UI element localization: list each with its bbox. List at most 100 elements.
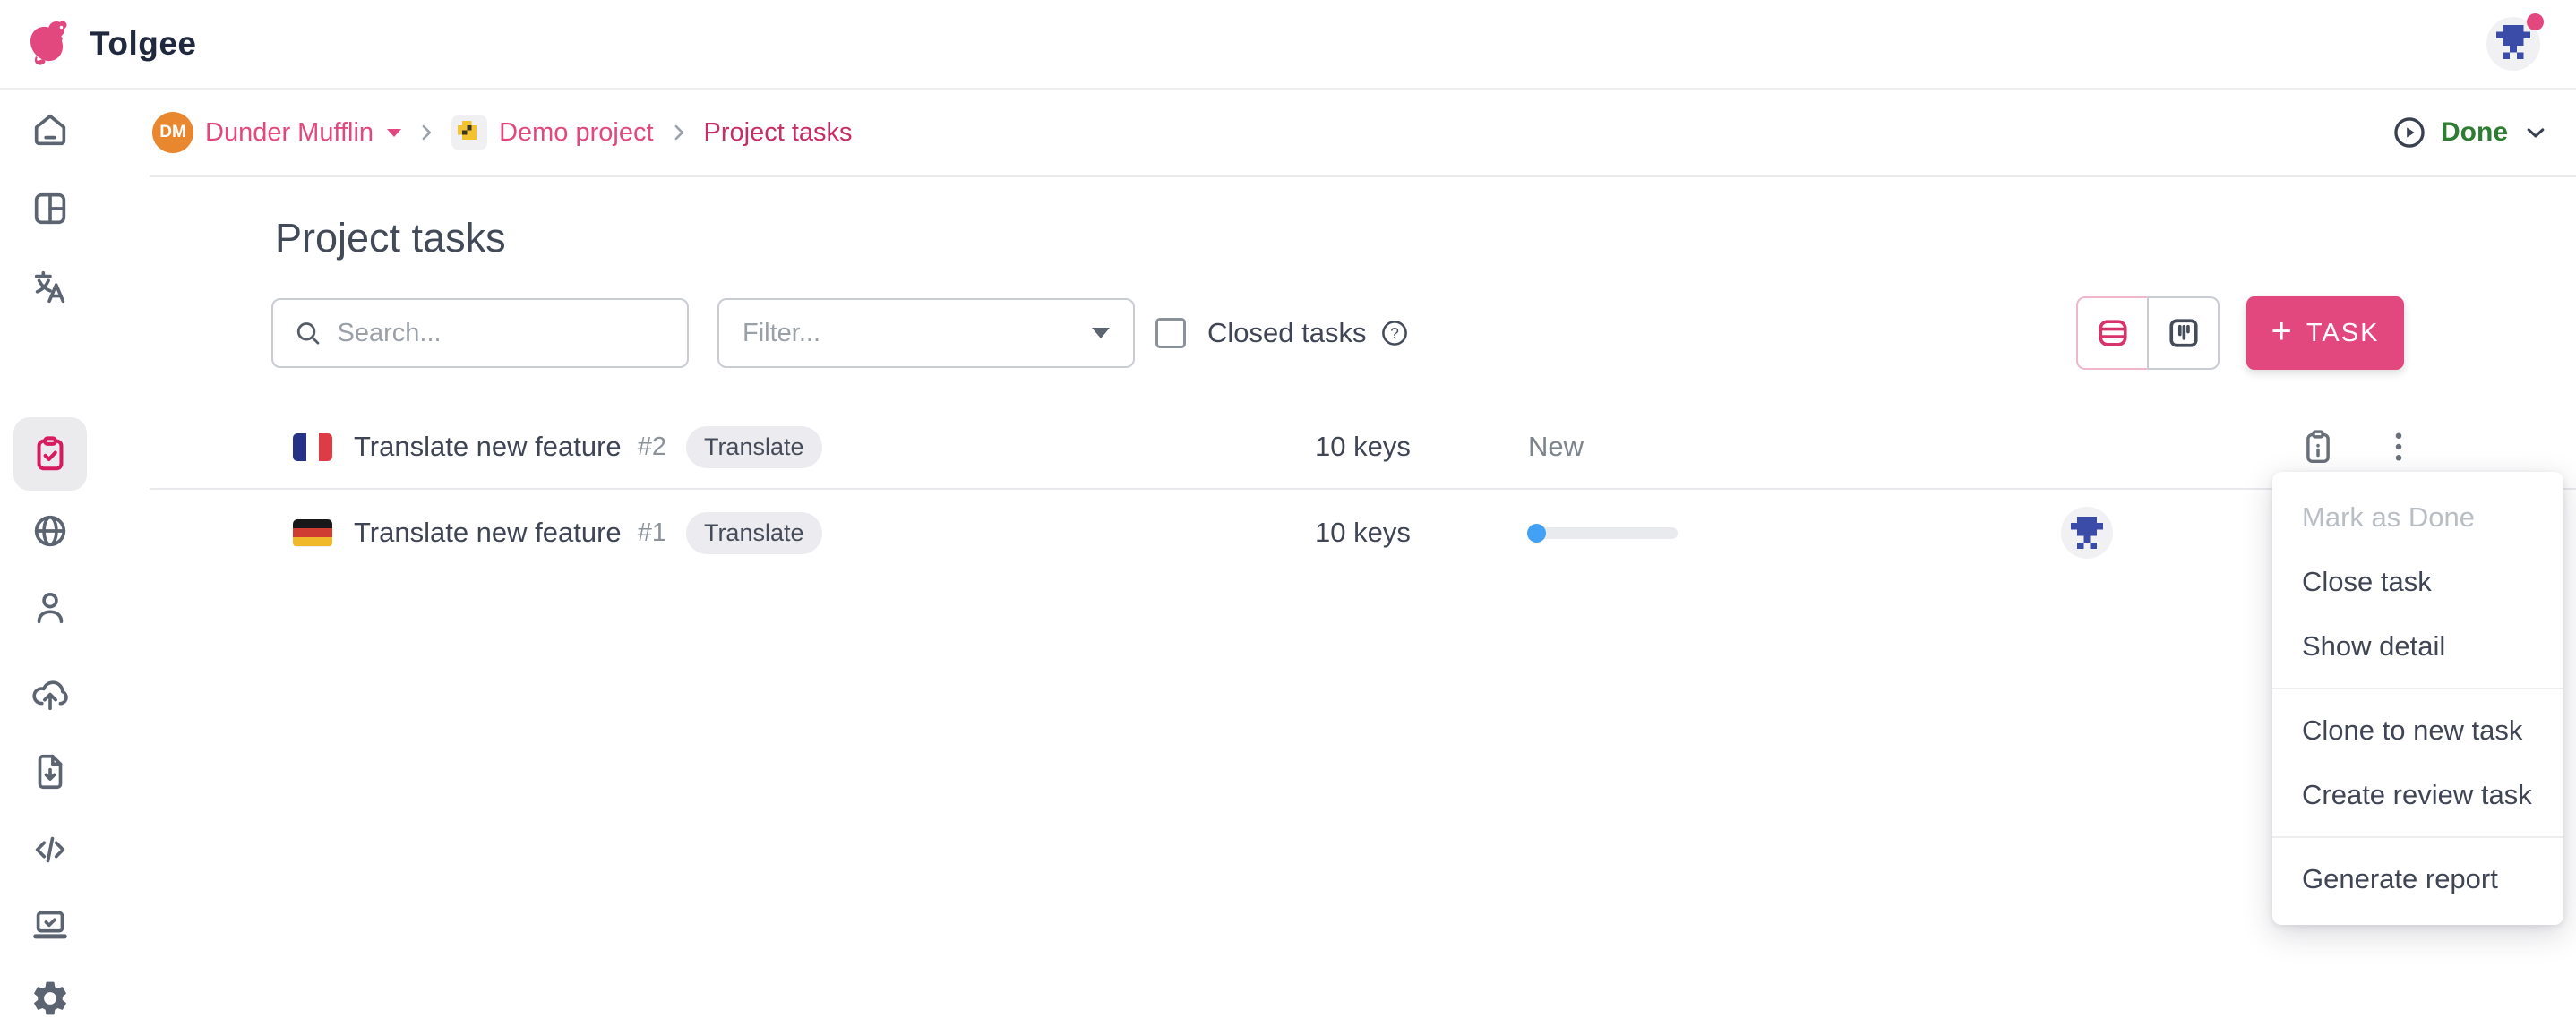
code-icon	[30, 829, 71, 870]
task-title: Translate new feature	[354, 517, 622, 549]
task-state-text: New	[1528, 431, 1584, 463]
gear-icon	[30, 978, 71, 1019]
closed-tasks-label-text: Closed tasks	[1207, 317, 1366, 349]
task-number: #2	[638, 432, 666, 462]
sidebar-item-members[interactable]	[13, 570, 87, 644]
search-input[interactable]	[338, 319, 668, 348]
org-caret-down-icon[interactable]	[387, 129, 401, 137]
brand[interactable]: Tolgee	[20, 13, 197, 75]
task-menu-button[interactable]	[2378, 426, 2419, 467]
clipboard-info-icon	[2297, 426, 2339, 467]
menu-item-create-review-task[interactable]: Create review task	[2272, 763, 2563, 827]
file-download-icon	[30, 751, 71, 792]
add-task-button-label: TASK	[2306, 319, 2380, 348]
chevron-right-icon	[413, 119, 440, 146]
project-avatar[interactable]	[451, 115, 487, 150]
page-title: Project tasks	[275, 215, 506, 261]
breadcrumb-bar: DM Dunder Mufflin Demo project Project t…	[100, 90, 2576, 175]
menu-item-show-detail[interactable]: Show detail	[2272, 614, 2563, 679]
filter-placeholder: Filter...	[743, 319, 820, 348]
filter-select[interactable]: Filter...	[717, 298, 1135, 368]
laptop-check-icon	[30, 904, 71, 945]
state-label: Done	[2441, 117, 2508, 148]
user-identicon-icon	[2496, 25, 2530, 64]
play-circle-icon	[2391, 114, 2428, 151]
topbar: Tolgee	[0, 0, 2576, 90]
task-number: #1	[638, 518, 666, 548]
list-view-button[interactable]	[2076, 296, 2148, 370]
search-box	[271, 298, 689, 368]
breadcrumb-current-page: Project tasks	[704, 118, 853, 148]
task-title: Translate new feature	[354, 431, 622, 463]
tolgee-mouse-logo-icon	[20, 13, 77, 75]
sidebar-item-export[interactable]	[13, 735, 87, 808]
sidebar-item-integrate[interactable]	[13, 813, 87, 886]
keys-count: 10 keys	[1315, 517, 1411, 549]
task-state-selector[interactable]: Done	[2391, 90, 2551, 175]
help-circle-icon[interactable]: ?	[1378, 317, 1411, 349]
project-pixel-avatar-icon	[458, 121, 481, 144]
sidebar-item-home[interactable]	[13, 93, 87, 167]
dashboard-icon	[30, 188, 71, 229]
keys-cell: 10 keys	[1315, 490, 1411, 576]
task-list: Translate new feature #2 Translate 10 ke…	[150, 404, 2576, 576]
breadcrumb-org[interactable]: Dunder Mufflin	[205, 118, 374, 148]
chevron-down-icon	[2520, 117, 2551, 148]
tasks-clipboard-icon	[30, 433, 71, 475]
globe-icon	[30, 510, 71, 552]
sidebar-item-dashboard[interactable]	[13, 172, 87, 245]
add-task-button[interactable]: + TASK	[2246, 296, 2404, 370]
board-view-button[interactable]	[2148, 296, 2220, 370]
svg-text:?: ?	[1391, 324, 1400, 342]
user-avatar[interactable]	[2486, 17, 2540, 71]
breadcrumb-divider	[150, 175, 2576, 177]
menu-item-clone-to-new-task[interactable]: Clone to new task	[2272, 698, 2563, 763]
closed-tasks-checkbox[interactable]	[1155, 318, 1186, 348]
task-cell: Translate new feature #2 Translate	[293, 404, 822, 490]
filter-caret-down-icon	[1092, 328, 1110, 338]
progress-indicator	[1527, 524, 1546, 543]
task-context-menu: Mark as Done Close task Show detail Clon…	[2272, 472, 2563, 925]
chevron-right-icon	[665, 119, 692, 146]
home-icon	[30, 109, 71, 150]
org-avatar[interactable]: DM	[152, 112, 193, 153]
assignee-identicon-icon	[2071, 517, 2103, 549]
sidebar-item-languages[interactable]	[13, 494, 87, 568]
cloud-upload-icon	[30, 673, 71, 714]
menu-divider	[2272, 836, 2563, 838]
task-detail-button[interactable]	[2297, 426, 2339, 467]
task-cell: Translate new feature #1 Translate	[293, 490, 822, 576]
search-icon	[293, 316, 323, 350]
task-progress-bar	[1528, 527, 1678, 539]
closed-tasks-label[interactable]: Closed tasks ?	[1207, 317, 1411, 349]
keys-count: 10 keys	[1315, 431, 1411, 463]
sidebar-item-developer-tools[interactable]	[13, 888, 87, 962]
keys-cell: 10 keys	[1315, 404, 1411, 490]
breadcrumb-project[interactable]: Demo project	[499, 118, 653, 148]
person-icon	[30, 586, 71, 628]
menu-item-mark-as-done: Mark as Done	[2272, 485, 2563, 550]
sidebar-item-import[interactable]	[13, 657, 87, 731]
sidebar	[0, 90, 100, 988]
view-toggle-group	[2076, 296, 2220, 370]
menu-divider	[2272, 688, 2563, 689]
assignee-avatar[interactable]	[2061, 507, 2113, 559]
plus-icon: +	[2271, 313, 2292, 349]
task-type-chip: Translate	[686, 426, 822, 468]
task-type-chip: Translate	[686, 512, 822, 554]
state-cell: New	[1528, 404, 1904, 490]
board-view-icon	[2164, 313, 2203, 353]
state-cell	[1528, 490, 1904, 576]
menu-item-generate-report[interactable]: Generate report	[2272, 847, 2563, 911]
dots-vertical-icon	[2378, 426, 2419, 467]
task-row[interactable]: Translate new feature #2 Translate 10 ke…	[150, 404, 2576, 490]
menu-item-close-task[interactable]: Close task	[2272, 550, 2563, 614]
task-row[interactable]: Translate new feature #1 Translate 10 ke…	[150, 490, 2576, 576]
app-root: Tolgee	[0, 0, 2576, 988]
french-flag-icon	[293, 433, 332, 461]
closed-tasks-control: Closed tasks ?	[1155, 298, 1411, 368]
sidebar-item-settings[interactable]	[13, 962, 87, 1035]
brand-name: Tolgee	[90, 25, 197, 63]
sidebar-item-tasks[interactable]	[13, 417, 87, 491]
notification-dot	[2527, 13, 2544, 30]
